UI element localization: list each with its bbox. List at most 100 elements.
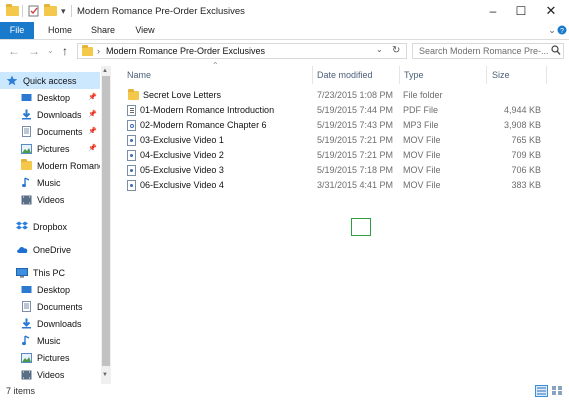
scroll-up-arrow-icon[interactable]: ▲ xyxy=(102,68,108,74)
sidebar-item-label: Videos xyxy=(37,194,65,205)
customize-qa-chevron-icon[interactable]: ▾ xyxy=(61,4,66,18)
file-size: 706 KB xyxy=(511,165,541,175)
sidebar-item-label: Desktop xyxy=(37,284,71,295)
file-size: 3,908 KB xyxy=(503,120,541,130)
sidebar-item-label: Downloads xyxy=(37,109,82,120)
table-row[interactable]: 02-Modern Romance Chapter 6 5/19/2015 7:… xyxy=(127,118,547,133)
column-divider[interactable] xyxy=(486,66,487,84)
search-placeholder: Search Modern Romance Pre-... xyxy=(419,46,549,56)
close-icon[interactable]: ✕ xyxy=(536,0,566,22)
address-path-segment[interactable]: Modern Romance Pre-Order Exclusives xyxy=(106,46,265,56)
sidebar-item-label: Documents xyxy=(37,301,83,312)
column-divider[interactable] xyxy=(399,66,400,84)
sidebar-item-label: This PC xyxy=(33,267,66,278)
sidebar-item-label: Music xyxy=(37,335,61,346)
file-type: MOV File xyxy=(403,180,441,190)
sidebar-item-qa-videos[interactable]: Videos xyxy=(21,191,99,208)
column-header-type[interactable]: Type xyxy=(404,68,424,82)
refresh-icon[interactable]: ↻ xyxy=(392,45,400,56)
dropbox-icon xyxy=(16,221,28,230)
file-date: 5/19/2015 7:18 PM xyxy=(317,165,394,175)
file-date: 3/31/2015 4:41 PM xyxy=(317,180,394,190)
sidebar-item-label: Modern Romance xyxy=(37,160,100,171)
large-icons-view-icon[interactable] xyxy=(551,385,564,397)
scroll-down-arrow-icon[interactable]: ▼ xyxy=(102,372,108,378)
column-divider[interactable] xyxy=(312,66,313,84)
properties-icon[interactable] xyxy=(28,4,40,18)
sidebar-item-label: Quick access xyxy=(23,75,77,86)
search-icon[interactable] xyxy=(551,45,561,58)
item-count: 7 items xyxy=(6,386,36,396)
sidebar-item-pc-pictures[interactable]: Pictures xyxy=(21,349,99,366)
pin-icon[interactable]: 📌 xyxy=(88,110,97,118)
sidebar-item-qa-music[interactable]: Music xyxy=(21,174,99,191)
folder-icon xyxy=(21,159,32,170)
pin-icon[interactable]: 📌 xyxy=(88,93,97,101)
details-view-icon[interactable] xyxy=(535,385,548,397)
sidebar-item-pc-documents[interactable]: Documents xyxy=(21,298,99,315)
sidebar-item-label: Downloads xyxy=(37,318,82,329)
music-icon xyxy=(22,335,30,346)
sidebar-item-pc-desktop[interactable]: Desktop xyxy=(21,281,99,298)
tab-home[interactable]: Home xyxy=(44,22,76,39)
scrollbar-thumb[interactable] xyxy=(102,76,110,366)
sidebar-item-pc-videos[interactable]: Videos xyxy=(21,366,99,383)
tab-file[interactable]: File xyxy=(0,22,34,39)
desktop-icon xyxy=(21,285,32,293)
sidebar-item-qa-modern-romance[interactable]: Modern Romance xyxy=(21,157,100,174)
file-date: 5/19/2015 7:21 PM xyxy=(317,150,394,160)
pin-icon[interactable]: 📌 xyxy=(88,144,97,152)
back-arrow-icon[interactable]: ← xyxy=(8,44,20,58)
forward-arrow-icon[interactable]: → xyxy=(28,44,40,58)
sidebar-item-label: OneDrive xyxy=(33,244,72,255)
file-date: 7/23/2015 1:08 PM xyxy=(317,90,394,100)
sidebar-item-this-pc[interactable]: This PC xyxy=(16,264,100,281)
file-type: File folder xyxy=(403,90,443,100)
search-input[interactable]: Search Modern Romance Pre-... xyxy=(412,43,564,59)
table-row[interactable]: 03-Exclusive Video 1 5/19/2015 7:21 PM M… xyxy=(127,133,547,148)
table-row[interactable]: 05-Exclusive Video 3 5/19/2015 7:18 PM M… xyxy=(127,163,547,178)
minimize-icon[interactable]: – xyxy=(478,0,508,22)
documents-icon xyxy=(22,301,31,312)
file-date: 5/19/2015 7:21 PM xyxy=(317,135,394,145)
file-size: 765 KB xyxy=(511,135,541,145)
address-bar[interactable]: › Modern Romance Pre-Order Exclusives ⌄ … xyxy=(77,43,407,59)
tab-view[interactable]: View xyxy=(130,22,160,39)
table-row[interactable]: 06-Exclusive Video 4 3/31/2015 4:41 PM M… xyxy=(127,178,547,193)
sidebar-item-dropbox[interactable]: Dropbox xyxy=(16,218,100,235)
column-header-size[interactable]: Size xyxy=(492,68,510,82)
column-header-name[interactable]: Name xyxy=(127,68,151,82)
sidebar-item-pc-downloads[interactable]: Downloads xyxy=(21,315,99,332)
help-icon[interactable]: ? xyxy=(556,22,568,39)
column-divider[interactable] xyxy=(546,66,547,84)
file-name-cell: 02-Modern Romance Chapter 6 xyxy=(127,118,267,133)
tab-share[interactable]: Share xyxy=(87,22,119,39)
address-separator[interactable]: › xyxy=(97,46,100,56)
file-size: 709 KB xyxy=(511,150,541,160)
file-name: Secret Love Letters xyxy=(143,90,222,100)
column-header-date[interactable]: Date modified xyxy=(317,68,373,82)
table-row[interactable]: 04-Exclusive Video 2 5/19/2015 7:21 PM M… xyxy=(127,148,547,163)
table-row[interactable]: Secret Love Letters 7/23/2015 1:08 PM Fi… xyxy=(127,88,547,103)
video-file-icon xyxy=(127,135,136,146)
sidebar-item-label: Desktop xyxy=(37,92,71,103)
recent-locations-chevron-icon[interactable]: ⌄ xyxy=(47,44,54,58)
pin-icon[interactable]: 📌 xyxy=(88,127,97,135)
navigation-pane: Quick access Desktop 📌 Downloads 📌 Docum… xyxy=(0,66,112,384)
file-name: 02-Modern Romance Chapter 6 xyxy=(140,120,267,130)
file-size: 4,944 KB xyxy=(503,105,541,115)
table-row[interactable]: 01-Modern Romance Introduction 5/19/2015… xyxy=(127,103,547,118)
address-history-chevron-icon[interactable]: ⌄ xyxy=(376,45,383,54)
sidebar-item-pc-music[interactable]: Music xyxy=(21,332,99,349)
ribbon-tabs: File Home Share View ⌄ ? xyxy=(0,22,569,40)
new-folder-icon[interactable] xyxy=(44,4,57,18)
navigation-scrollbar[interactable]: ▲ ▼ xyxy=(101,66,111,384)
sidebar-item-quick-access[interactable]: Quick access xyxy=(6,72,100,89)
sidebar-item-label: Documents xyxy=(37,126,83,137)
file-name: 05-Exclusive Video 3 xyxy=(140,165,224,175)
address-row: ← → ⌄ ↑ › Modern Romance Pre-Order Exclu… xyxy=(0,40,569,62)
onedrive-cloud-icon xyxy=(17,247,28,253)
maximize-icon[interactable]: ☐ xyxy=(506,0,536,22)
up-arrow-icon[interactable]: ↑ xyxy=(62,44,68,58)
sidebar-item-onedrive[interactable]: OneDrive xyxy=(16,241,100,258)
